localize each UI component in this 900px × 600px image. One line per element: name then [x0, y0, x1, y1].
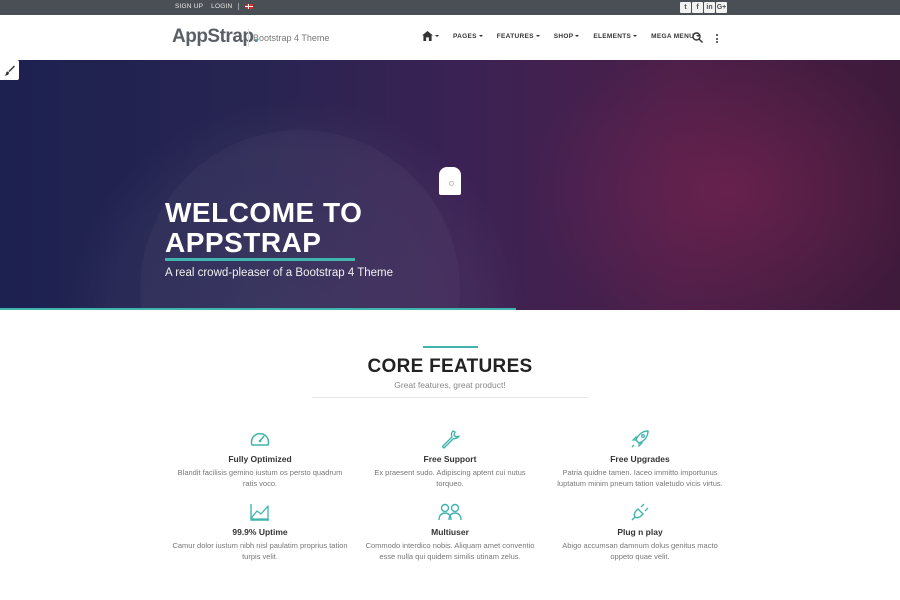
feature-free-upgrades: Free Upgrades Patria quidne tamen. Iaceo… — [550, 428, 730, 489]
nav-label: Mega Menu — [651, 32, 695, 40]
feature-fully-optimized: Fully Optimized Blandit facilisis gemino… — [170, 428, 350, 489]
section-title: Core Features — [367, 356, 533, 377]
feature-plug-n-play: Plug n play Abigo accumsan damnum dolus … — [550, 501, 730, 562]
chevron-down-icon — [633, 35, 638, 37]
feature-free-support: Free Support Ex praesent sudo. Adipiscin… — [360, 428, 540, 489]
chevron-down-icon — [435, 35, 439, 37]
theme-customizer-button[interactable] — [0, 60, 19, 80]
linkedin-icon[interactable]: in — [704, 2, 715, 13]
social-links: t f in G+ — [680, 2, 727, 13]
feature-desc: Abigo accumsan damnum dolus genitus mact… — [562, 541, 718, 561]
hero-divider — [165, 258, 355, 261]
twitter-icon[interactable]: t — [680, 2, 691, 13]
hero-title: Welcome to AppStrap — [165, 197, 363, 258]
tagline: Bootstrap 4 Theme — [248, 29, 329, 47]
section-divider — [312, 397, 588, 398]
feature-desc: Blandit facilisis gemino iustum os perst… — [177, 468, 343, 488]
more-options-icon[interactable] — [716, 34, 718, 45]
feature-title: 99.9% Uptime — [232, 527, 288, 537]
chevron-down-icon — [478, 35, 483, 37]
section-accent-rule — [423, 346, 478, 348]
users-icon — [438, 503, 462, 521]
wrench-icon — [441, 430, 460, 449]
nav-label: Pages — [453, 32, 477, 40]
nav-label: Elements — [593, 32, 632, 40]
chart-icon — [250, 504, 269, 521]
google-plus-icon[interactable]: G+ — [716, 2, 727, 13]
feature-uptime: 99.9% Uptime Camur dolor iustum nibh nis… — [170, 501, 350, 562]
hero-glow — [520, 60, 900, 310]
paintbrush-icon — [4, 65, 15, 76]
top-bar: Sign up Login t f in G+ — [0, 0, 900, 15]
feature-desc: Camur dolor iustum nibh nisl paulatim pr… — [172, 541, 348, 561]
logo-text: AppStrap — [172, 26, 254, 47]
nav-item-home[interactable] — [422, 31, 439, 41]
hero-progress-line — [0, 308, 516, 310]
account-links: Sign up Login — [175, 3, 254, 10]
nav-item-shop[interactable]: Shop — [554, 33, 580, 40]
nav-label: Features — [496, 32, 534, 40]
nav-item-features[interactable]: Features — [497, 33, 540, 40]
login-link[interactable]: Login — [211, 3, 232, 10]
divider — [238, 3, 240, 10]
chevron-down-icon — [535, 35, 540, 37]
feature-multiuser: Multiuser Commodo interdico nobis. Aliqu… — [360, 501, 540, 562]
logo[interactable]: AppStrap. — [172, 26, 259, 48]
uk-flag-icon[interactable] — [245, 4, 254, 9]
speedometer-icon — [250, 432, 270, 446]
chevron-down-icon — [575, 35, 580, 37]
feature-title: Multiuser — [431, 527, 469, 537]
feature-title: Free Support — [423, 454, 477, 464]
rocket-icon — [631, 430, 649, 448]
main-navbar: AppStrap. Bootstrap 4 Theme Pages Featur… — [0, 15, 900, 60]
section-subtitle: Great features, great product! — [394, 380, 506, 390]
search-icon[interactable] — [692, 32, 703, 43]
feature-title: Free Upgrades — [610, 454, 670, 464]
feature-title: Plug n play — [617, 527, 663, 537]
feature-desc: Patria quidne tamen. Iaceo immitto impor… — [557, 468, 723, 488]
home-icon — [422, 31, 433, 41]
feature-desc: Commodo interdico nobis. Aliquam amet co… — [365, 541, 535, 561]
nav-item-elements[interactable]: Elements — [593, 32, 638, 40]
signup-link[interactable]: Sign up — [175, 3, 203, 10]
feature-desc: Ex praesent sudo. Adipiscing aptent cui … — [374, 468, 526, 488]
scroll-badge-icon[interactable] — [439, 167, 461, 195]
nav-menu: Pages Features Shop Elements Mega Menu — [422, 31, 714, 41]
nav-item-pages[interactable]: Pages — [453, 33, 483, 40]
hero-banner: Welcome to AppStrap A real crowd-pleaser… — [0, 60, 900, 310]
facebook-icon[interactable]: f — [692, 2, 703, 13]
plug-icon — [631, 503, 649, 521]
feature-title: Fully Optimized — [228, 454, 292, 464]
nav-label: Shop — [553, 32, 574, 40]
hero-subtitle: A real crowd-pleaser of a Bootstrap 4 Th… — [165, 267, 393, 279]
